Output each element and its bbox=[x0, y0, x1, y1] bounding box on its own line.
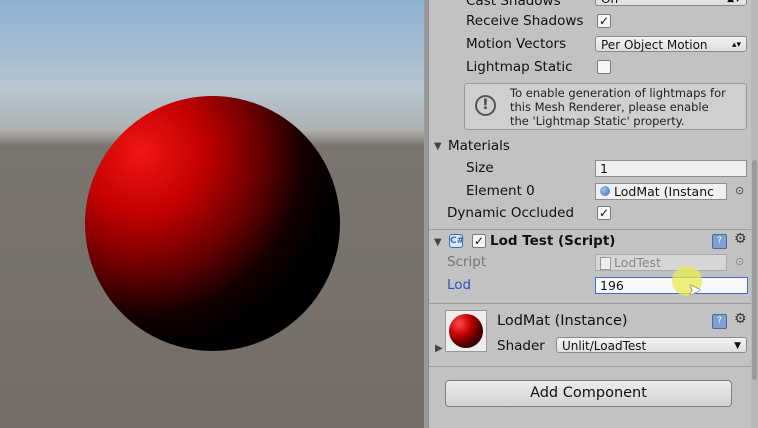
dynamic-occluded-checkbox[interactable]: ✓ bbox=[597, 206, 611, 220]
red-sphere[interactable] bbox=[85, 96, 340, 351]
receive-shadows-checkbox[interactable]: ✓ bbox=[597, 14, 611, 28]
script-object-field: LodTest bbox=[595, 254, 727, 271]
materials-size-input[interactable]: 1 bbox=[595, 160, 747, 177]
help-book-icon[interactable]: ? bbox=[712, 234, 727, 249]
dropdown-arrow-icon: ▴▾ bbox=[731, 40, 741, 50]
materials-size-label: Size bbox=[466, 160, 494, 176]
add-component-button[interactable]: Add Component bbox=[445, 380, 732, 407]
mouse-pointer-icon: ➤ bbox=[688, 280, 702, 299]
inspector-panel: Cast Shadows On ▲▼ Receive Shadows ✓ Mot… bbox=[429, 0, 758, 428]
script-component-icon: C# bbox=[449, 234, 465, 248]
dropdown-arrow-icon: ▲▼ bbox=[727, 0, 741, 7]
gear-icon[interactable]: ⚙ bbox=[734, 311, 747, 327]
scene-view[interactable] bbox=[0, 0, 424, 428]
shader-dropdown[interactable]: Unlit/LoadTest ▼ bbox=[556, 337, 747, 353]
element0-object-field[interactable]: LodMat (Instanc bbox=[595, 183, 727, 200]
help-line: the 'Lightmap Static' property. bbox=[510, 114, 685, 128]
dynamic-occluded-label: Dynamic Occluded bbox=[447, 205, 575, 221]
script-label: Script bbox=[447, 254, 487, 270]
help-book-icon[interactable]: ? bbox=[712, 314, 727, 329]
object-picker-target-icon[interactable]: ⊙ bbox=[735, 184, 744, 197]
motion-vectors-value: Per Object Motion bbox=[601, 38, 708, 52]
help-line: this Mesh Renderer, please enable bbox=[510, 100, 709, 114]
info-icon: ! bbox=[475, 95, 496, 116]
cast-shadows-value: On bbox=[601, 0, 618, 6]
script-value: LodTest bbox=[614, 255, 661, 270]
material-sphere-icon bbox=[600, 186, 610, 196]
receive-shadows-label: Receive Shadows bbox=[466, 13, 584, 29]
cast-shadows-dropdown[interactable]: On ▲▼ bbox=[595, 0, 747, 6]
materials-label[interactable]: Materials bbox=[448, 138, 510, 154]
element0-value: LodMat (Instanc bbox=[614, 184, 714, 199]
help-text: To enable generation of lightmaps for th… bbox=[510, 86, 726, 128]
materials-foldout-arrow-icon[interactable]: ▼ bbox=[434, 141, 442, 152]
component-separator bbox=[429, 303, 758, 304]
shader-label: Shader bbox=[497, 338, 545, 354]
material-foldout-arrow-icon[interactable]: ▶ bbox=[435, 343, 443, 354]
scrollbar-thumb[interactable] bbox=[752, 160, 757, 380]
lod-test-title: Lod Test (Script) bbox=[490, 233, 616, 249]
lightmap-static-label: Lightmap Static bbox=[466, 59, 573, 75]
dropdown-arrow-icon: ▼ bbox=[734, 341, 741, 351]
motion-vectors-dropdown[interactable]: Per Object Motion ▴▾ bbox=[595, 36, 747, 52]
lightmap-static-checkbox[interactable] bbox=[597, 60, 611, 74]
element0-label: Element 0 bbox=[466, 183, 535, 199]
component-separator bbox=[429, 229, 758, 230]
inspector-scrollbar[interactable] bbox=[751, 0, 758, 428]
script-picker-target-icon: ⊙ bbox=[735, 255, 745, 268]
cast-shadows-label: Cast Shadows bbox=[466, 0, 561, 9]
material-preview-thumbnail bbox=[445, 310, 487, 352]
help-line: To enable generation of lightmaps for bbox=[510, 86, 726, 100]
material-preview-sphere bbox=[449, 314, 483, 348]
script-file-icon bbox=[600, 257, 611, 270]
shader-value: Unlit/LoadTest bbox=[562, 339, 647, 353]
motion-vectors-label: Motion Vectors bbox=[466, 36, 567, 52]
lightmap-help-box: ! To enable generation of lightmaps for … bbox=[464, 83, 747, 130]
material-name: LodMat (Instance) bbox=[497, 313, 628, 329]
gear-icon[interactable]: ⚙ bbox=[734, 231, 747, 247]
component-separator bbox=[429, 366, 758, 367]
lod-label: Lod bbox=[447, 277, 472, 293]
lod-test-enabled-checkbox[interactable]: ✓ bbox=[472, 234, 486, 248]
lod-test-foldout-arrow-icon[interactable]: ▼ bbox=[434, 237, 442, 248]
